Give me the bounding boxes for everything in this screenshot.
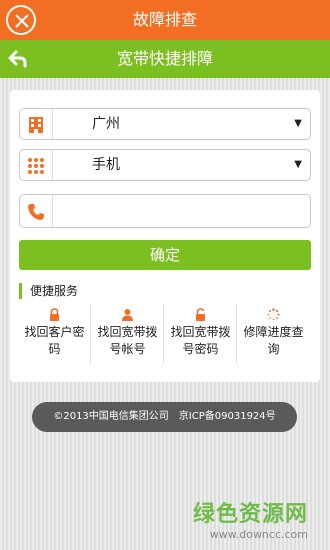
troubleshoot-card: 广州 ▼ 手机 ▼ 确定 便捷服务 找回客户密码 找回宽带拨号帐号 找回宽带拨号… xyxy=(10,90,320,382)
spinner-icon xyxy=(267,308,280,321)
shortcut-label: 修障进度查询 xyxy=(243,325,304,356)
phone-icon xyxy=(28,204,44,220)
copyright-footer: ©2013中国电信集团公司 京ICP备09031924号 xyxy=(32,402,297,432)
confirm-button[interactable]: 确定 xyxy=(19,240,311,270)
watermark-sub: www.downcc.com xyxy=(209,528,308,541)
top-header: 故障排查 xyxy=(0,0,330,40)
building-icon xyxy=(29,117,43,133)
page-title: 故障排查 xyxy=(132,10,197,29)
watermark: 绿色资源网 www.downcc.com xyxy=(193,496,308,541)
device-value: 手机 xyxy=(92,157,120,173)
section-title: 宽带快捷排障 xyxy=(116,49,213,68)
lock-icon xyxy=(50,308,59,321)
watermark-main: 绿色资源网 xyxy=(192,502,308,527)
shortcut-label: 找回客户密码 xyxy=(24,325,85,356)
device-select[interactable]: 手机 ▼ xyxy=(19,149,311,181)
city-value: 广州 xyxy=(92,116,120,132)
shortcut-recover-dial-password[interactable]: 找回宽带拨号密码 xyxy=(164,304,237,366)
dropdown-caret-icon: ▼ xyxy=(294,118,302,129)
user-icon xyxy=(122,309,133,321)
shortcut-recover-password[interactable]: 找回客户密码 xyxy=(18,304,91,366)
dropdown-caret-icon: ▼ xyxy=(294,159,302,170)
field-divider xyxy=(52,195,53,227)
field-divider xyxy=(52,109,53,139)
shortcut-label: 找回宽带拨号帐号 xyxy=(97,325,158,356)
sub-header: 宽带快捷排障 xyxy=(0,40,330,78)
shortcuts-grid: 找回客户密码 找回宽带拨号帐号 找回宽带拨号密码 修障进度查询 xyxy=(10,304,320,372)
grid-dots-icon xyxy=(28,158,44,174)
city-select[interactable]: 广州 ▼ xyxy=(19,108,311,140)
phone-field[interactable] xyxy=(19,194,311,228)
phone-input[interactable] xyxy=(54,195,304,227)
shortcut-repair-progress[interactable]: 修障进度查询 xyxy=(237,304,310,366)
shortcut-recover-account[interactable]: 找回宽带拨号帐号 xyxy=(91,304,164,366)
unlock-icon xyxy=(196,308,205,321)
shortcuts-title: 便捷服务 xyxy=(19,283,78,299)
shortcut-label: 找回宽带拨号密码 xyxy=(170,325,231,356)
field-divider xyxy=(52,150,53,180)
